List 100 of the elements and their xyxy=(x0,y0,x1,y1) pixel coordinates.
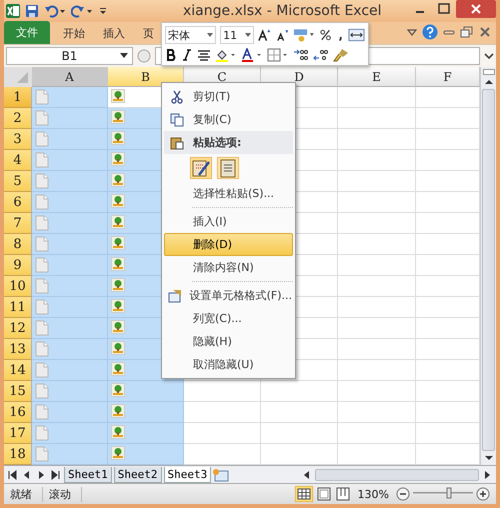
zoom-out-icon[interactable] xyxy=(396,487,410,501)
font-color-icon[interactable] xyxy=(241,48,263,62)
ribbon-tab[interactable]: 页 xyxy=(134,23,163,44)
document-icon xyxy=(35,131,49,147)
increase-decimal-icon[interactable] xyxy=(293,48,309,62)
borders-icon[interactable] xyxy=(267,48,289,62)
menu-item[interactable]: 列宽(C)... xyxy=(164,307,293,330)
row-header[interactable]: 18 xyxy=(4,444,32,465)
paste-values-icon[interactable] xyxy=(217,157,239,179)
status-text: 滚动 xyxy=(43,486,82,502)
sheet-tab[interactable]: Sheet1 xyxy=(64,466,112,482)
scroll-right-icon[interactable] xyxy=(482,468,492,480)
picture-icon xyxy=(111,236,125,250)
document-icon xyxy=(35,257,49,273)
format-painter-icon[interactable] xyxy=(333,48,349,62)
dropdown-icon[interactable] xyxy=(120,53,128,59)
picture-icon xyxy=(111,131,125,145)
font-name-field[interactable]: 宋体 xyxy=(165,26,216,44)
menu-item[interactable]: 隐藏(H) xyxy=(164,330,293,353)
picture-icon xyxy=(111,446,125,460)
new-sheet-icon[interactable] xyxy=(211,468,232,482)
row-header[interactable]: 9 xyxy=(4,255,32,276)
menu-item[interactable]: 删除(D) xyxy=(164,233,293,256)
normal-view-icon[interactable] xyxy=(294,486,313,502)
document-icon xyxy=(35,236,49,252)
document-icon xyxy=(35,383,49,399)
dropdown-icon[interactable] xyxy=(245,33,252,37)
zoom-level[interactable]: 130% xyxy=(354,488,393,500)
excel-logo-icon[interactable] xyxy=(6,4,20,18)
first-sheet-icon[interactable] xyxy=(7,468,19,480)
restore-window-icon[interactable] xyxy=(460,26,474,38)
vertical-scrollbar[interactable] xyxy=(480,67,496,465)
menu-item[interactable]: 插入(I) xyxy=(164,210,293,233)
paste-brush-icon[interactable] xyxy=(190,157,212,179)
percent-icon[interactable] xyxy=(319,28,333,42)
row-header[interactable]: 1 xyxy=(4,87,32,108)
sheet-tab[interactable]: Sheet3 xyxy=(164,466,212,482)
row-header[interactable]: 3 xyxy=(4,129,32,150)
column-header[interactable]: A xyxy=(32,67,108,87)
close-icon[interactable] xyxy=(456,0,496,18)
page-layout-icon[interactable] xyxy=(316,486,332,502)
row-header[interactable]: 12 xyxy=(4,318,32,339)
row-header[interactable]: 8 xyxy=(4,234,32,255)
close-workbook-icon[interactable] xyxy=(478,26,492,38)
shrink-font-icon[interactable] xyxy=(276,28,289,42)
document-icon xyxy=(35,362,49,378)
row-header[interactable]: 10 xyxy=(4,276,32,297)
scroll-down-icon[interactable] xyxy=(482,453,494,463)
last-sheet-icon[interactable] xyxy=(49,468,61,480)
italic-icon[interactable] xyxy=(181,48,193,62)
page-break-icon[interactable] xyxy=(334,486,351,502)
column-header[interactable]: E xyxy=(338,67,416,87)
redo-icon[interactable] xyxy=(71,4,93,18)
document-icon xyxy=(35,320,49,336)
grow-font-icon[interactable] xyxy=(258,28,272,42)
undo-icon[interactable] xyxy=(44,4,66,18)
column-header[interactable]: F xyxy=(416,67,480,87)
align-center-icon[interactable] xyxy=(197,48,211,62)
bold-icon[interactable] xyxy=(165,48,177,62)
row-header[interactable]: 11 xyxy=(4,297,32,318)
save-icon[interactable] xyxy=(25,4,39,18)
ribbon-tab[interactable]: 开始 xyxy=(54,23,94,44)
row-header[interactable]: 14 xyxy=(4,360,32,381)
sheet-tab[interactable]: Sheet2 xyxy=(114,466,162,482)
ribbon-tab[interactable]: 插入 xyxy=(94,23,134,44)
merge-center-icon[interactable] xyxy=(348,28,365,42)
row-header[interactable]: 6 xyxy=(4,192,32,213)
fill-color-icon[interactable] xyxy=(215,48,237,62)
menu-item[interactable]: 设置单元格格式(F)... xyxy=(164,284,293,307)
picture-icon xyxy=(111,425,125,439)
row-header[interactable]: 15 xyxy=(4,381,32,402)
name-box[interactable]: B1 xyxy=(6,47,133,65)
picture-icon xyxy=(111,89,125,103)
row-header[interactable]: 7 xyxy=(4,213,32,234)
file-tab[interactable]: 文件 xyxy=(4,21,50,44)
menu-item[interactable]: 清除内容(N) xyxy=(164,256,293,279)
dropdown-icon[interactable] xyxy=(207,33,214,37)
font-size-field[interactable]: 11 xyxy=(220,26,254,44)
row-header[interactable]: 16 xyxy=(4,402,32,423)
row-header[interactable]: 17 xyxy=(4,423,32,444)
menu-item[interactable]: 选择性粘贴(S)... xyxy=(164,182,293,205)
scroll-left-icon[interactable] xyxy=(302,468,312,480)
help-icon[interactable] xyxy=(422,24,438,40)
menu-item[interactable]: 取消隐藏(U) xyxy=(164,353,293,376)
column-header[interactable]: B xyxy=(108,67,184,87)
zoom-in-icon[interactable] xyxy=(476,487,490,501)
picture-icon xyxy=(111,383,125,397)
menu-item[interactable]: 剪切(T) xyxy=(164,85,293,108)
menu-item[interactable]: 复制(C) xyxy=(164,108,293,131)
row-header[interactable]: 13 xyxy=(4,339,32,360)
row-header[interactable]: 2 xyxy=(4,108,32,129)
row-header[interactable]: 4 xyxy=(4,150,32,171)
expand-icon[interactable] xyxy=(484,51,494,61)
picture-icon xyxy=(111,257,125,271)
scroll-up-icon[interactable] xyxy=(482,77,494,87)
row-header[interactable]: 5 xyxy=(4,171,32,192)
picture-icon xyxy=(111,362,125,376)
document-icon xyxy=(35,89,49,105)
decrease-decimal-icon[interactable] xyxy=(313,48,329,62)
zoom-slider-icon[interactable] xyxy=(413,486,473,498)
